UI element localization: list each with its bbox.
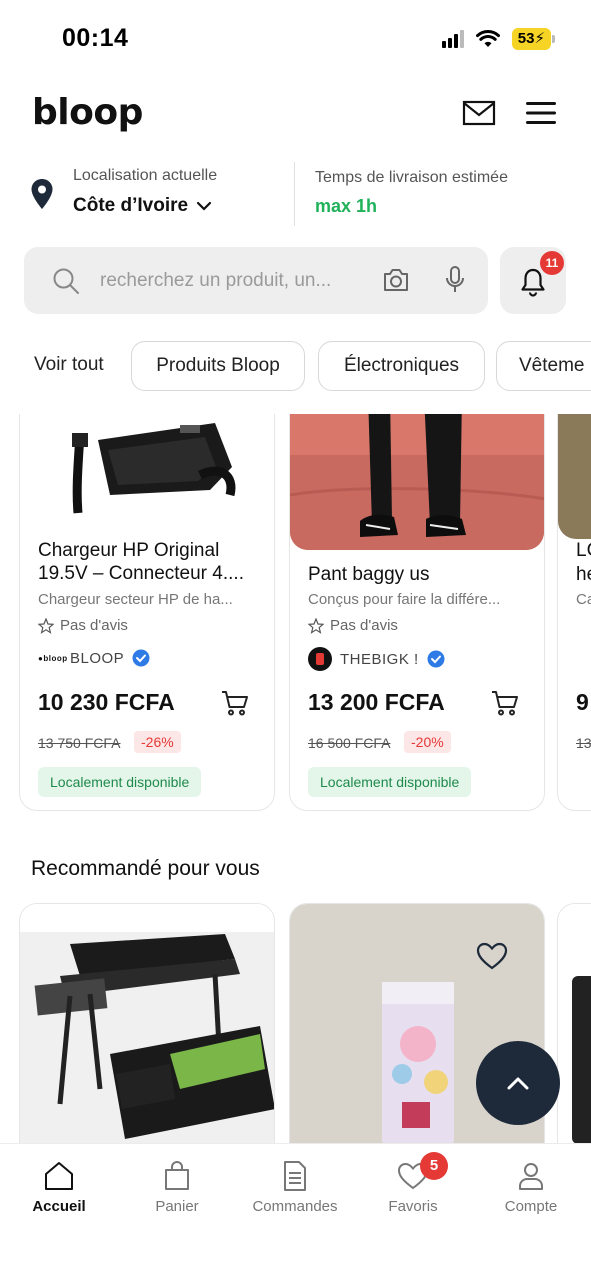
verified-badge-icon bbox=[132, 649, 150, 667]
nav-label: Panier bbox=[155, 1198, 199, 1215]
product-price: 10 230 FCFA bbox=[38, 689, 175, 715]
user-icon bbox=[519, 1163, 543, 1190]
product-card[interactable]: Pant baggy us Conçus pour faire la diffé… bbox=[289, 414, 545, 811]
availability-badge: Localement disponible bbox=[308, 767, 472, 797]
shopping-bag-icon bbox=[165, 1161, 189, 1190]
seller-logo: ●bloop bbox=[38, 653, 68, 663]
product-card[interactable]: LC he Ca 9 13 bbox=[557, 414, 591, 811]
product-image bbox=[558, 904, 591, 1143]
product-image-barbecue bbox=[20, 904, 274, 1143]
verified-badge-icon bbox=[427, 650, 445, 668]
mail-icon[interactable] bbox=[462, 99, 496, 127]
product-card[interactable]: Chargeur HP Original 19.5V – Connecteur … bbox=[19, 414, 275, 811]
nav-label: Accueil bbox=[32, 1198, 86, 1215]
document-icon bbox=[284, 1161, 306, 1191]
seller-logo bbox=[308, 647, 332, 671]
nav-compte[interactable]: Compte bbox=[476, 1160, 586, 1215]
section-title-recommended: Recommandé pour vous bbox=[31, 857, 260, 880]
nav-favoris[interactable]: 5 Favoris bbox=[358, 1152, 468, 1215]
seller-name: BLOOP bbox=[70, 649, 125, 667]
bell-icon bbox=[521, 268, 545, 297]
nav-label: Favoris bbox=[388, 1198, 438, 1215]
bottom-navigation: Accueil Panier Commandes 5 Favoris Compt… bbox=[0, 1143, 591, 1280]
nav-label: Commandes bbox=[252, 1198, 338, 1215]
location-divider bbox=[294, 162, 295, 226]
star-icon bbox=[38, 617, 54, 634]
product-seller[interactable]: ●bloop BLOOP bbox=[38, 649, 150, 667]
status-bar: 00:14 53⚡ bbox=[0, 0, 591, 80]
home-icon bbox=[45, 1162, 73, 1190]
chip-see-all[interactable]: Voir tout bbox=[34, 354, 104, 376]
product-description: Chargeur secteur HP de ha... bbox=[38, 591, 233, 608]
nav-panier[interactable]: Panier bbox=[122, 1160, 232, 1215]
location-selector[interactable]: Côte d’Ivoire bbox=[73, 195, 212, 217]
seller-name: THEBIGK ! bbox=[340, 650, 419, 668]
scroll-to-top-button[interactable] bbox=[476, 1041, 560, 1125]
product-title: Chargeur HP Original 19.5V – Connecteur … bbox=[38, 540, 244, 584]
chip-vetements[interactable]: Vêteme bbox=[496, 341, 591, 391]
product-image-pants bbox=[290, 414, 544, 550]
product-description: Conçus pour faire la différe... bbox=[308, 591, 501, 608]
chevron-up-icon bbox=[507, 1077, 529, 1090]
product-image bbox=[558, 414, 591, 539]
search-bar[interactable] bbox=[24, 247, 488, 314]
status-time: 00:14 bbox=[62, 24, 129, 52]
product-old-price: 16 500 FCFA bbox=[308, 735, 391, 751]
rating-text: Pas d'avis bbox=[330, 617, 398, 634]
product-title: Pant baggy us bbox=[308, 564, 430, 585]
product-description: Ca bbox=[576, 591, 591, 608]
product-title-line2: he bbox=[576, 564, 591, 585]
add-to-cart-icon[interactable] bbox=[220, 689, 250, 717]
product-price: 9 bbox=[576, 689, 589, 715]
eta-value: max 1h bbox=[315, 196, 378, 216]
battery-indicator: 53⚡ bbox=[511, 28, 555, 50]
product-rating: Pas d'avis bbox=[38, 617, 128, 634]
add-to-cart-icon[interactable] bbox=[490, 689, 520, 717]
heart-favorite-icon[interactable] bbox=[476, 942, 508, 970]
star-icon bbox=[308, 617, 324, 634]
battery-level: 53 bbox=[517, 30, 535, 47]
product-title: LC bbox=[576, 540, 591, 561]
camera-icon[interactable] bbox=[382, 267, 410, 293]
chip-electroniques[interactable]: Électroniques bbox=[318, 341, 485, 391]
product-carousel: Chargeur HP Original 19.5V – Connecteur … bbox=[0, 414, 591, 814]
rating-text: Pas d'avis bbox=[60, 617, 128, 634]
recommended-card[interactable] bbox=[19, 903, 275, 1143]
product-old-price: 13 750 FCFA bbox=[38, 735, 121, 751]
product-rating: Pas d'avis bbox=[308, 617, 398, 634]
nav-accueil[interactable]: Accueil bbox=[4, 1160, 114, 1215]
search-icon bbox=[53, 268, 79, 294]
product-image-charger bbox=[20, 414, 274, 550]
status-icons: 53⚡ bbox=[441, 28, 555, 50]
category-chips: Voir tout Produits Bloop Électroniques V… bbox=[0, 341, 591, 391]
notification-badge: 11 bbox=[540, 251, 564, 275]
wifi-icon bbox=[475, 30, 500, 47]
product-discount-badge: -20% bbox=[404, 731, 451, 753]
search-input[interactable] bbox=[100, 247, 372, 314]
app-logo[interactable]: bloop bbox=[32, 92, 143, 133]
location-pin-icon bbox=[31, 179, 53, 209]
nav-commandes[interactable]: Commandes bbox=[240, 1160, 350, 1215]
eta-label: Temps de livraison estimée bbox=[315, 169, 508, 186]
product-discount-badge: -26% bbox=[134, 731, 181, 753]
signal-icon bbox=[441, 30, 464, 48]
charging-icon: ⚡ bbox=[534, 30, 545, 47]
hamburger-menu-icon[interactable] bbox=[524, 100, 558, 126]
product-seller[interactable]: THEBIGK ! bbox=[308, 647, 445, 671]
location-value: Côte d’Ivoire bbox=[73, 195, 189, 216]
location-label: Localisation actuelle bbox=[73, 167, 218, 184]
favorites-badge: 5 bbox=[420, 1152, 448, 1180]
product-price: 13 200 FCFA bbox=[308, 689, 445, 715]
product-old-price: 13 bbox=[576, 735, 591, 751]
recommended-card[interactable] bbox=[557, 903, 591, 1143]
microphone-icon[interactable] bbox=[444, 265, 466, 295]
chevron-down-icon bbox=[196, 201, 212, 211]
availability-badge: Localement disponible bbox=[38, 767, 202, 797]
notifications-button[interactable]: 11 bbox=[500, 247, 566, 314]
nav-label: Compte bbox=[504, 1198, 558, 1215]
chip-produits-bloop[interactable]: Produits Bloop bbox=[131, 341, 305, 391]
